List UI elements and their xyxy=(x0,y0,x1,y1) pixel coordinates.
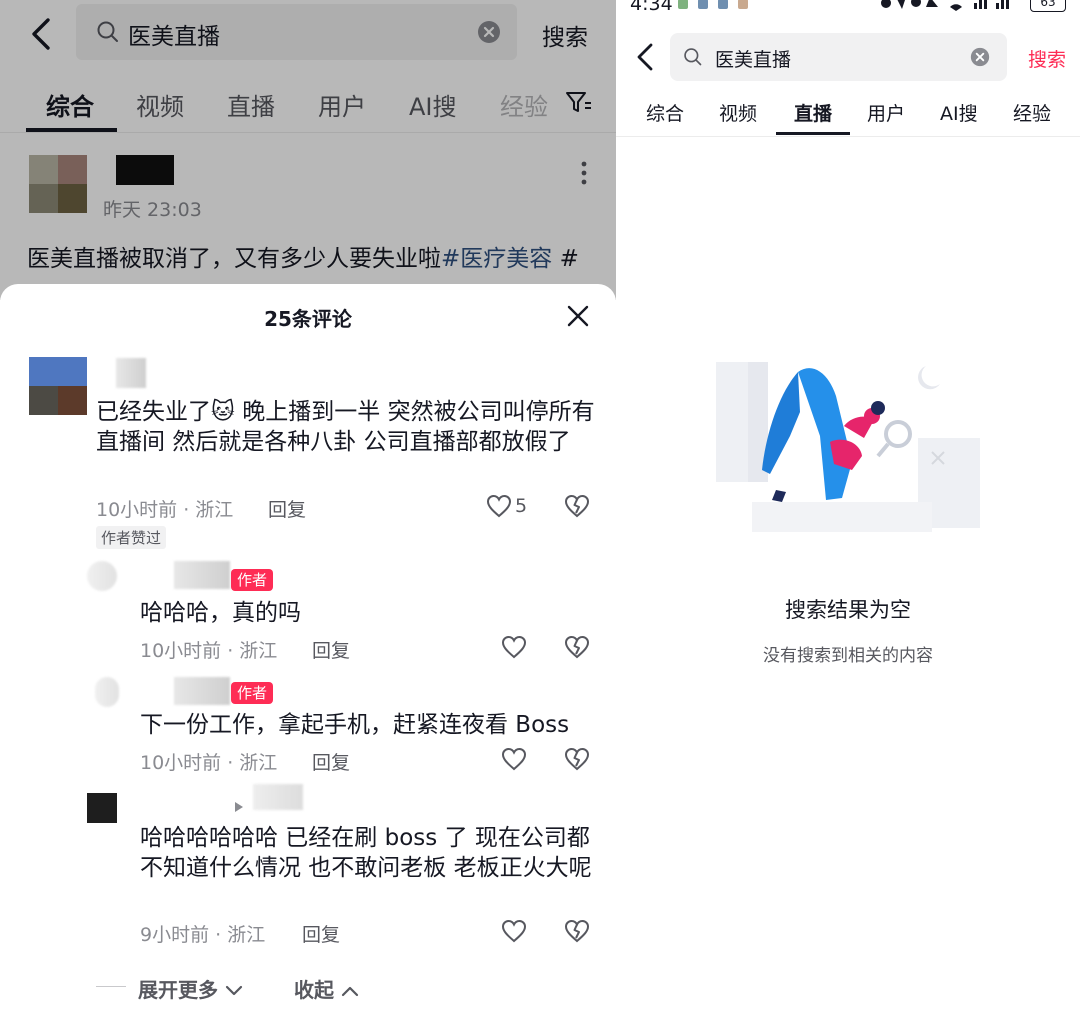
reply-username-redacted xyxy=(253,784,303,810)
dislike-icon[interactable] xyxy=(564,494,590,522)
reply-meta: 10小时前 · 浙江 xyxy=(140,640,278,662)
empty-state-subtitle: 没有搜索到相关的内容 xyxy=(763,646,933,666)
reply-meta: 10小时前 · 浙江 xyxy=(140,752,278,774)
back-icon[interactable] xyxy=(632,40,660,74)
reply-text: 哈哈哈哈哈哈 已经在刷 boss 了 现在公司都不知道什么情况 也不敢问老板 老… xyxy=(140,825,592,881)
close-icon[interactable] xyxy=(566,304,590,332)
reply-avatar[interactable] xyxy=(87,561,117,591)
battery-icon: 63 xyxy=(1030,0,1066,12)
heart-icon[interactable] xyxy=(486,494,512,522)
search-button[interactable]: 搜索 xyxy=(1028,45,1066,72)
reply-text: 哈哈哈，真的吗 xyxy=(140,600,301,626)
tab-live[interactable]: 直播 xyxy=(794,99,832,126)
status-icons xyxy=(880,0,1020,15)
comments-sheet: 25条评论 已经失业了🐱 晚上播到一半 突然被公司叫停所有直播间 然后就是各种八… xyxy=(0,284,616,1020)
chevron-up-icon xyxy=(341,986,359,997)
reply-arrow-icon xyxy=(234,798,244,817)
expand-more-button[interactable]: 展开更多 xyxy=(138,974,243,1003)
comment-avatar[interactable] xyxy=(29,357,87,415)
search-input[interactable]: 医美直播 xyxy=(670,33,1007,81)
expand-more-label: 展开更多 xyxy=(138,978,218,1002)
reply-text: 下一份工作，拿起手机，赶紧连夜看 Boss xyxy=(140,712,570,738)
battery-level: 63 xyxy=(1040,0,1056,9)
reply-meta: 9小时前 · 浙江 xyxy=(140,924,266,946)
dislike-icon[interactable] xyxy=(564,919,590,947)
tab-underline xyxy=(776,132,850,135)
heart-icon[interactable] xyxy=(501,747,527,775)
right-screen: 4:34 63 医美直播 搜索 综合 视频 直播 用户 AI搜 经验 搜索结果为… xyxy=(616,0,1080,1020)
author-liked-tag: 作者赞过 xyxy=(96,526,167,549)
reply-reply-button[interactable]: 回复 xyxy=(302,920,340,947)
tab-ai-search[interactable]: AI搜 xyxy=(940,99,978,126)
dim-overlay[interactable] xyxy=(0,0,616,300)
heart-icon[interactable] xyxy=(501,919,527,947)
comment-meta: 10小时前 · 浙江 xyxy=(96,499,234,521)
dislike-icon[interactable] xyxy=(564,635,590,663)
reply-username-redacted xyxy=(174,677,230,705)
tab-experience[interactable]: 经验 xyxy=(1013,99,1051,126)
status-time: 4:34 xyxy=(630,0,673,15)
tab-zonghe[interactable]: 综合 xyxy=(646,99,684,126)
collapse-label: 收起 xyxy=(294,978,334,1002)
chevron-down-icon xyxy=(225,985,243,996)
reply-reply-button[interactable]: 回复 xyxy=(312,636,350,663)
collapse-button[interactable]: 收起 xyxy=(294,974,359,1003)
clear-icon[interactable] xyxy=(970,47,990,71)
reply-reply-button[interactable]: 回复 xyxy=(312,748,350,775)
notification-icons xyxy=(676,0,752,15)
comment-like-count: 5 xyxy=(515,495,528,517)
left-screen: 医美直播 搜索 综合 视频 直播 用户 AI搜 经验 昨天 23:03 医美直播… xyxy=(0,0,616,1020)
tab-video[interactable]: 视频 xyxy=(719,99,757,126)
expand-divider xyxy=(96,986,126,987)
dislike-icon[interactable] xyxy=(564,747,590,775)
author-badge: 作者 xyxy=(231,682,274,704)
reply-username-redacted xyxy=(174,561,230,589)
tab-bar: 综合 视频 直播 用户 AI搜 经验 xyxy=(616,90,1080,137)
comment-username-redacted xyxy=(116,358,146,388)
comment-text: 已经失业了🐱 晚上播到一半 突然被公司叫停所有直播间 然后就是各种八卦 公司直播… xyxy=(96,399,595,455)
empty-state-title: 搜索结果为空 xyxy=(785,598,911,622)
search-icon xyxy=(683,47,703,71)
empty-state-illustration xyxy=(702,352,992,556)
comment-reply-button[interactable]: 回复 xyxy=(268,495,306,522)
search-query: 医美直播 xyxy=(715,49,792,71)
author-badge: 作者 xyxy=(231,569,274,591)
reply-avatar[interactable] xyxy=(95,677,119,707)
comments-title: 25条评论 xyxy=(264,307,352,331)
tab-users[interactable]: 用户 xyxy=(867,99,905,126)
heart-icon[interactable] xyxy=(501,635,527,663)
reply-avatar[interactable] xyxy=(87,793,117,823)
